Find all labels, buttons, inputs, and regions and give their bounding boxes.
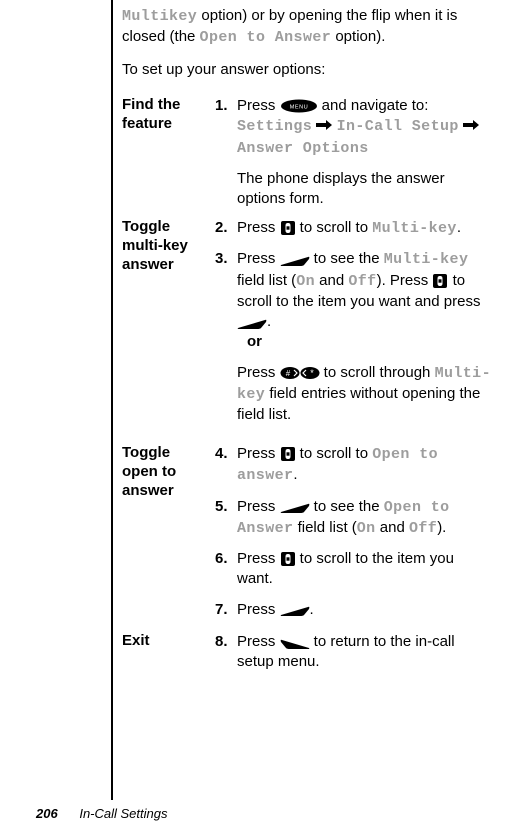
nav-key-icon (280, 551, 296, 567)
svg-text:MENU: MENU (289, 105, 308, 111)
step-number: 3. (215, 249, 228, 269)
step-body: Press to return to the in-call setup men… (237, 633, 455, 670)
step-text: Press (237, 445, 280, 462)
path-segment: In-Call Setup (337, 118, 459, 135)
ui-label: On (357, 520, 376, 537)
right-softkey-icon (280, 500, 310, 513)
step-body: Press to scroll to Multi-key. (237, 219, 461, 236)
menu-key-icon: MENU (280, 99, 318, 113)
intro-text-b: option). (331, 28, 385, 45)
section-heading: Toggle open to answer (122, 444, 206, 500)
step-text: ). (437, 519, 446, 536)
footer-title: In-Call Settings (79, 806, 167, 821)
step: 4. Press to scroll to Open to answer. (215, 444, 493, 487)
step-body: Press to scroll to Open to answer. (237, 445, 438, 483)
section-content: 8. Press to return to the in-call setup m… (215, 632, 493, 683)
step-number: 1. (215, 96, 228, 116)
step-body: Press MENU and navigate to: (237, 97, 428, 114)
step-text: to scroll to (296, 219, 373, 236)
section-heading: Exit (122, 632, 206, 651)
ui-label: Off (348, 273, 376, 290)
step-number: 4. (215, 444, 228, 464)
section-content: 1. Press MENU and navigate to: Settings In… (215, 96, 493, 219)
step-body: Press to scroll to the item you want. (237, 550, 454, 587)
step-text: field entries without opening the field … (237, 385, 480, 423)
step-followup: Press #* to scroll through Multi-key fie… (237, 363, 493, 426)
nav-key-icon (280, 220, 296, 236)
ui-label: Multi-key (372, 220, 457, 237)
step-text: field list ( (293, 519, 356, 536)
step-text: to see the (310, 250, 384, 267)
path-segment: Answer Options (237, 140, 369, 157)
ui-label: Multi-key (384, 251, 469, 268)
step-body: Press to see the Multi-key field list (O… (237, 250, 480, 330)
step: 1. Press MENU and navigate to: Settings In… (215, 96, 493, 209)
right-softkey-icon (280, 253, 310, 266)
step-text: Press (237, 364, 280, 381)
step: 7. Press . (215, 600, 493, 620)
step-body: Press . (237, 601, 314, 618)
step-number: 7. (215, 600, 228, 620)
step-text: field list ( (237, 272, 296, 289)
step: 6. Press to scroll to the item you want. (215, 549, 493, 590)
step-number: 5. (215, 497, 228, 517)
step-text: Press (237, 219, 280, 236)
step-body: Press to see the Open to Answer field li… (237, 498, 450, 536)
step-text: Press (237, 550, 280, 567)
mono-multikey: Multikey (122, 8, 197, 25)
ui-label: On (296, 273, 315, 290)
step-text: and (376, 519, 409, 536)
section-heading: Toggle multi-key answer (122, 218, 206, 274)
step: 5. Press to see the Open to Answer field … (215, 497, 493, 540)
left-rule (111, 0, 113, 800)
step-number: 6. (215, 549, 228, 569)
step-number: 2. (215, 218, 228, 238)
step-number: 8. (215, 632, 228, 652)
left-softkey-icon (280, 636, 310, 649)
step: 8. Press to return to the in-call setup m… (215, 632, 493, 673)
step-text: . (267, 313, 271, 330)
hash-star-keys-icon: #* (280, 366, 320, 380)
step: 3. Press to see the Multi-key field list … (215, 249, 493, 425)
step-text: and navigate to: (318, 97, 429, 114)
step: 2. Press to scroll to Multi-key. (215, 218, 493, 239)
step-text: ). Press (377, 272, 433, 289)
step-text: . (293, 466, 297, 483)
path-arrow-icon (463, 116, 479, 136)
step-text: Press (237, 498, 280, 515)
page-footer: 206 In-Call Settings (36, 805, 476, 823)
nav-key-icon (432, 273, 448, 289)
section-content: 2. Press to scroll to Multi-key. 3. Press t… (215, 218, 493, 435)
step-text: and (315, 272, 348, 289)
svg-text:*: * (310, 368, 314, 378)
path-arrow-icon (316, 116, 332, 136)
section-heading: Find the feature (122, 96, 206, 134)
step-text: . (310, 601, 314, 618)
svg-text:#: # (285, 369, 290, 378)
right-softkey-icon (237, 316, 267, 329)
step-followup: The phone displays the answer options fo… (237, 169, 493, 210)
intro-paragraph: Multikey option) or by opening the flip … (122, 6, 492, 59)
lead-text: To set up your answer options: (122, 60, 492, 80)
step-text: . (457, 219, 461, 236)
step-text: to see the (310, 498, 384, 515)
ui-label: Off (409, 520, 437, 537)
step-text: Press (237, 97, 280, 114)
mono-open-to-answer: Open to Answer (200, 29, 332, 46)
step-text: to scroll to (296, 445, 373, 462)
step-text: Press (237, 633, 280, 650)
nav-path: Settings In-Call Setup Answer Options (237, 116, 493, 159)
section-content: 4. Press to scroll to Open to answer. 5. Pr… (215, 444, 493, 630)
path-segment: Settings (237, 118, 312, 135)
nav-key-icon (280, 446, 296, 462)
step-text: Press (237, 250, 280, 267)
lead-line: To set up your answer options: (122, 60, 492, 80)
step-text: to scroll through (320, 364, 435, 381)
step-text: Press (237, 601, 280, 618)
right-softkey-icon (280, 603, 310, 616)
page-number: 206 (36, 806, 58, 821)
or-separator: or (237, 332, 493, 352)
